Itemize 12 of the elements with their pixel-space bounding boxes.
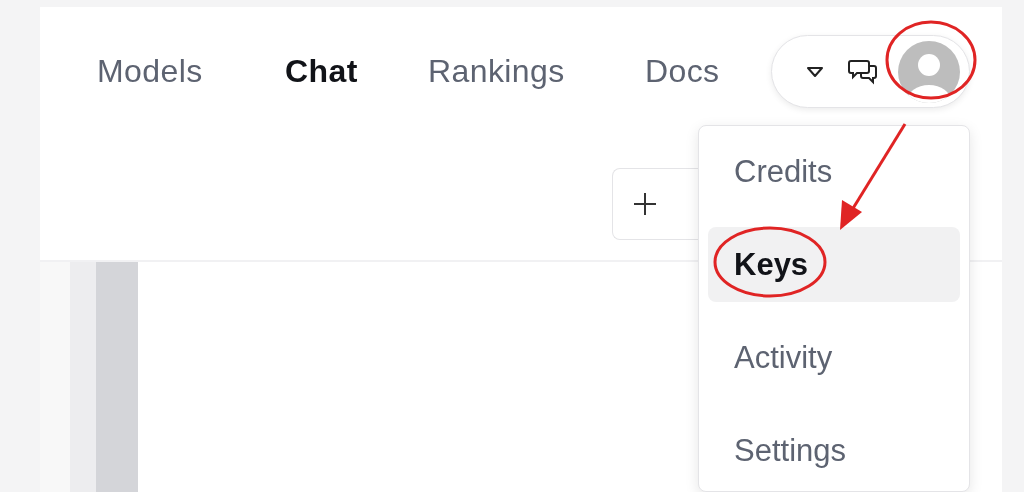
nav-link[interactable]: Models [97,53,203,90]
nav-link[interactable]: Docs [645,53,720,90]
dropdown-triangle-icon[interactable] [806,65,824,78]
menu-item[interactable]: Settings [708,413,960,488]
menu-item[interactable]: Activity [708,320,960,395]
nav-link[interactable]: Rankings [428,53,565,90]
menu-item[interactable]: Credits [708,134,960,209]
plus-icon [633,192,657,216]
menu-item[interactable]: Keys [708,227,960,302]
nav-link[interactable]: Chat [285,53,358,90]
avatar-icon[interactable] [898,40,960,103]
chat-bubbles-icon[interactable] [848,57,878,86]
